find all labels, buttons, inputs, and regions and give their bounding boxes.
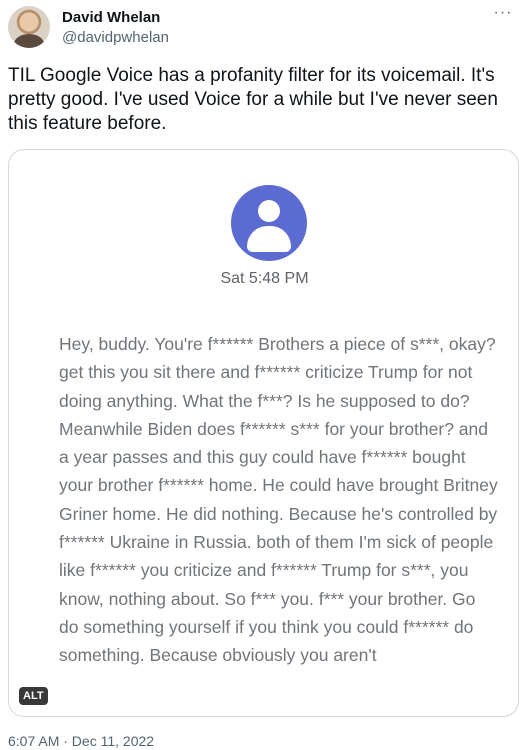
media-image[interactable]: Sat 5:48 PM Hey, buddy. You're f****** B… [8,149,519,717]
tweet-timestamp[interactable]: 6:07 AM · Dec 11, 2022 [8,733,154,749]
tweet-text: TIL Google Voice has a profanity filter … [8,65,498,134]
alt-text-badge[interactable]: ALT [19,687,48,705]
voicemail-transcript: Hey, buddy. You're f****** Brothers a pi… [59,334,498,666]
author-avatar[interactable] [8,6,50,48]
more-options-icon[interactable]: ··· [492,5,514,24]
author-display-name[interactable]: David Whelan [62,9,160,26]
voicemail-time: Sat 5:48 PM [220,270,309,287]
author-handle[interactable]: @davidpwhelan [62,29,169,46]
contact-avatar-icon [231,185,307,261]
tweet-header: David Whelan @davidpwhelan ··· [0,0,526,60]
